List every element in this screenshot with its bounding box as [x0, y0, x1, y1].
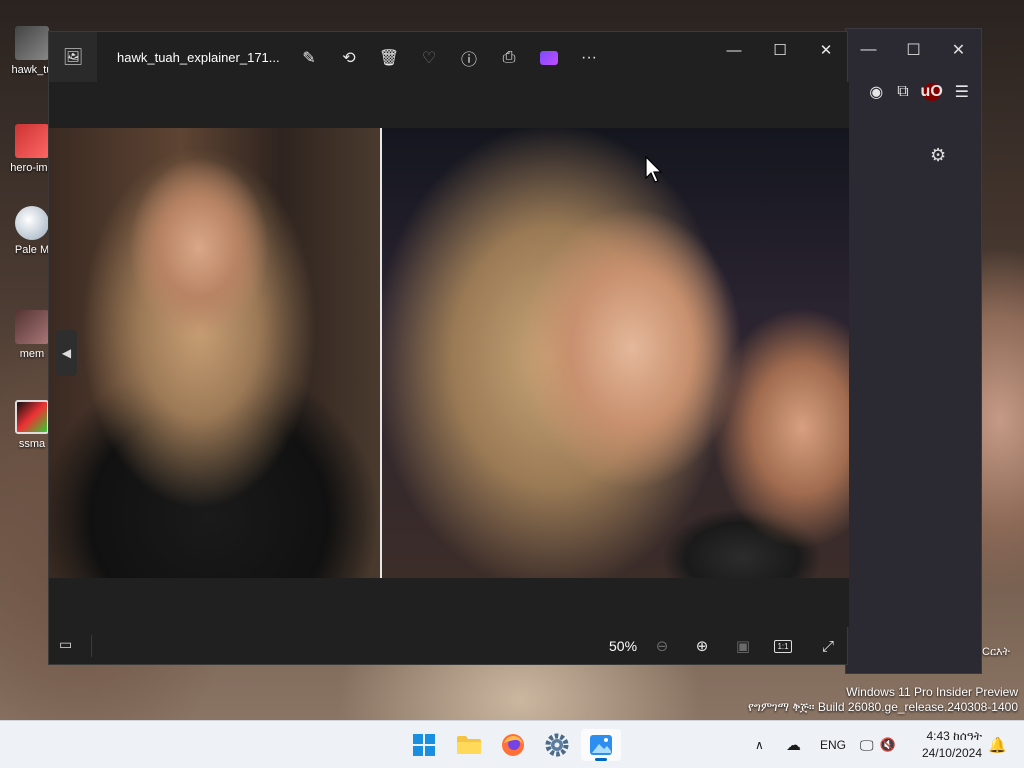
info-icon: ⓘ: [460, 52, 477, 69]
photos-icon: [590, 735, 612, 755]
clock-time: 4:43 ከሰዓት: [926, 729, 982, 743]
desktop-side-label: Cርእት: [982, 646, 1010, 658]
windows-logo-icon: [413, 734, 435, 756]
image-file-icon: [15, 124, 49, 158]
taskbar: ∧ ☁ ENG 🖵 🔇 4:43 ከሰዓት 24/10/2024 🔔: [0, 720, 1024, 768]
taskbar-photos[interactable]: [581, 729, 621, 761]
taskbar-firefox[interactable]: [493, 729, 533, 761]
printer-icon: ⎙: [502, 49, 516, 66]
account-icon[interactable]: ◉: [869, 82, 883, 102]
photo-toolbar: ✎ ⟲ 🗑 ♡ ⓘ ⎙ ···: [289, 44, 609, 72]
previous-image-button[interactable]: ◀: [56, 330, 77, 376]
start-button[interactable]: [404, 729, 444, 761]
browser-close-button[interactable]: ✕: [936, 40, 981, 60]
language-indicator[interactable]: ENG: [820, 721, 846, 768]
chevron-up-icon: ∧: [755, 738, 764, 752]
favorite-button[interactable]: ♡: [409, 44, 449, 72]
browser-minimize-button[interactable]: —: [846, 41, 891, 59]
taskbar-clock[interactable]: 4:43 ከሰዓት 24/10/2024: [922, 728, 982, 762]
zoom-in-icon: ⊕: [695, 638, 709, 655]
browser-shortcut-icon: [15, 206, 49, 240]
clipchamp-button[interactable]: [529, 44, 569, 72]
network-icon: 🖵: [860, 736, 874, 753]
expand-icon: ⤢: [821, 637, 834, 655]
actual-size-button[interactable]: 1:1: [768, 634, 798, 658]
mute-icon: 🔇: [879, 737, 896, 752]
active-indicator: [595, 758, 607, 761]
file-title: hawk_tuah_explainer_171...: [117, 50, 280, 65]
browser-titlebar: — ☐ ✕: [846, 29, 981, 71]
photo-left-frame: [49, 128, 380, 578]
mouse-cursor-icon: [645, 156, 663, 183]
photos-app-icon[interactable]: 🖼: [49, 32, 97, 82]
heart-icon: ♡: [421, 50, 437, 67]
zoom-out-button[interactable]: ⊖: [647, 634, 677, 658]
bell-icon: 🔔: [988, 737, 1007, 754]
folder-icon: [457, 736, 481, 754]
delete-button[interactable]: 🗑: [369, 44, 409, 72]
more-options-button[interactable]: ···: [569, 44, 609, 72]
settings-gear-icon: [545, 733, 569, 757]
chevron-left-icon: ◀: [61, 346, 72, 360]
fit-to-window-button[interactable]: ▣: [728, 634, 758, 658]
taskbar-file-explorer[interactable]: [449, 729, 489, 761]
language-label: ENG: [820, 738, 847, 752]
menu-icon[interactable]: ☰: [955, 82, 969, 102]
fit-window-icon: ▣: [735, 638, 751, 655]
browser-toolbar: ◉ ⧉ uO ☰: [846, 71, 981, 113]
photo-stage[interactable]: ◀: [49, 82, 849, 627]
actual-size-icon: 1:1: [774, 639, 792, 653]
rotate-button[interactable]: ⟲: [329, 44, 369, 72]
rotate-icon: ⟲: [342, 50, 356, 67]
image-file-icon: [15, 310, 49, 344]
bottom-divider: [91, 635, 92, 657]
photos-window[interactable]: 🖼 hawk_tuah_explainer_171... ✎ ⟲ 🗑 ♡ ⓘ ⎙…: [48, 31, 849, 665]
file-info-button[interactable]: ⓘ: [449, 44, 489, 72]
show-hidden-icons-button[interactable]: ∧: [755, 721, 764, 768]
notifications-button[interactable]: 🔔: [988, 721, 1007, 768]
more-icon: ···: [581, 49, 597, 66]
maximize-button[interactable]: ☐: [757, 32, 803, 68]
browser-window[interactable]: — ☐ ✕ ◉ ⧉ uO ☰ ⚙: [845, 28, 982, 674]
os-watermark: Windows 11 Pro Insider Preview የግምገማ ቅጅ።…: [748, 685, 1018, 715]
photos-window-controls: — ☐ ✕: [711, 32, 849, 68]
photo-bottom-bar: ▭ 50% ⊖ ⊕ ▣ 1:1 ⤢: [49, 627, 849, 665]
edit-image-button[interactable]: ✎: [289, 44, 329, 72]
filmstrip-toggle-button[interactable]: ▭: [59, 636, 72, 653]
print-button[interactable]: ⎙: [489, 44, 529, 72]
displayed-photo[interactable]: [49, 128, 849, 578]
ublock-icon[interactable]: uO: [921, 83, 943, 101]
extensions-icon[interactable]: ⧉: [897, 83, 908, 101]
browser-maximize-button[interactable]: ☐: [891, 40, 936, 60]
gear-icon[interactable]: ⚙: [930, 145, 946, 166]
edit-icon: ✎: [302, 50, 316, 67]
firefox-icon: [502, 734, 524, 756]
network-status[interactable]: ☁: [786, 721, 801, 768]
full-screen-button[interactable]: ⤢: [813, 634, 843, 658]
clock-date: 24/10/2024: [921, 746, 982, 760]
filmstrip-icon: ▭: [59, 636, 73, 652]
app-shortcut-icon: [15, 400, 49, 434]
network-volume-battery[interactable]: 🖵 🔇: [860, 721, 896, 768]
image-file-icon: [15, 26, 49, 60]
taskbar-settings[interactable]: [537, 729, 577, 761]
trash-icon: 🗑: [378, 50, 400, 67]
no-internet-icon: ☁: [786, 737, 801, 754]
zoom-out-icon: ⊖: [655, 638, 669, 655]
zoom-in-button[interactable]: ⊕: [687, 634, 717, 658]
photos-titlebar: 🖼 hawk_tuah_explainer_171... ✎ ⟲ 🗑 ♡ ⓘ ⎙…: [49, 32, 849, 82]
clipchamp-icon: [540, 51, 558, 65]
watermark-build: የግምገማ ቅጅ። Build 26080.ge_release.240308-…: [748, 700, 1018, 714]
minimize-button[interactable]: —: [711, 32, 757, 68]
watermark-edition: Windows 11 Pro Insider Preview: [846, 685, 1018, 699]
zoom-level: 50%: [609, 638, 638, 654]
photo-right-frame: [382, 128, 849, 578]
close-button[interactable]: ✕: [803, 32, 849, 68]
